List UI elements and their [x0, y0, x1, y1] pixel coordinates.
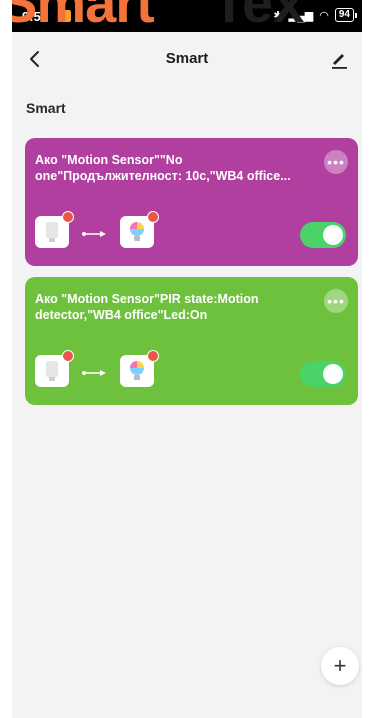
motion-sensor-icon	[35, 211, 74, 248]
smart-bulb-icon	[120, 350, 159, 387]
motion-sensor-icon	[35, 350, 74, 387]
scene-toggle[interactable]	[300, 222, 346, 248]
battery-icon: 94	[334, 8, 358, 22]
link-badge-icon	[62, 211, 74, 223]
scene-card[interactable]: Ако "Motion Sensor""No one"Продължително…	[25, 138, 358, 266]
link-badge-icon	[147, 350, 159, 362]
link-badge-icon	[147, 211, 159, 223]
wifi-icon: ◠	[319, 9, 329, 22]
toggle-knob	[323, 225, 343, 245]
app-frame: 9:53 ✱ ▂▄▆ ◠ 94 Smart Tex Smart Smart Ак…	[12, 0, 362, 718]
more-icon[interactable]: •••	[324, 289, 348, 313]
link-badge-icon	[62, 350, 74, 362]
scene-toggle[interactable]	[300, 361, 346, 387]
scene-description: Ако "Motion Sensor""No one"Продължително…	[35, 153, 291, 183]
status-bar: 9:53 ✱ ▂▄▆ ◠ 94	[12, 0, 362, 32]
notification-icon	[59, 10, 71, 22]
section-title: Smart	[26, 100, 66, 116]
edit-pencil-icon[interactable]	[328, 48, 350, 70]
status-time: 9:53	[22, 9, 49, 24]
plus-icon: +	[333, 653, 347, 678]
scene-description: Ако "Motion Sensor"PIR state:Motion dete…	[35, 292, 259, 322]
bluetooth-icon: ✱	[273, 9, 283, 22]
status-icons: ✱ ▂▄▆ ◠ 94	[273, 8, 358, 22]
smart-bulb-icon	[120, 211, 159, 248]
add-scene-button[interactable]: +	[321, 647, 359, 685]
more-icon[interactable]: •••	[324, 150, 348, 174]
link-arrow-icon	[82, 231, 106, 237]
scene-card[interactable]: Ако "Motion Sensor"PIR state:Motion dete…	[25, 277, 358, 405]
top-bar: Smart	[12, 32, 362, 86]
page-title: Smart	[165, 50, 209, 67]
toggle-knob	[323, 364, 343, 384]
signal-icon: ▂▄▆	[288, 9, 314, 22]
link-arrow-icon	[82, 370, 106, 376]
